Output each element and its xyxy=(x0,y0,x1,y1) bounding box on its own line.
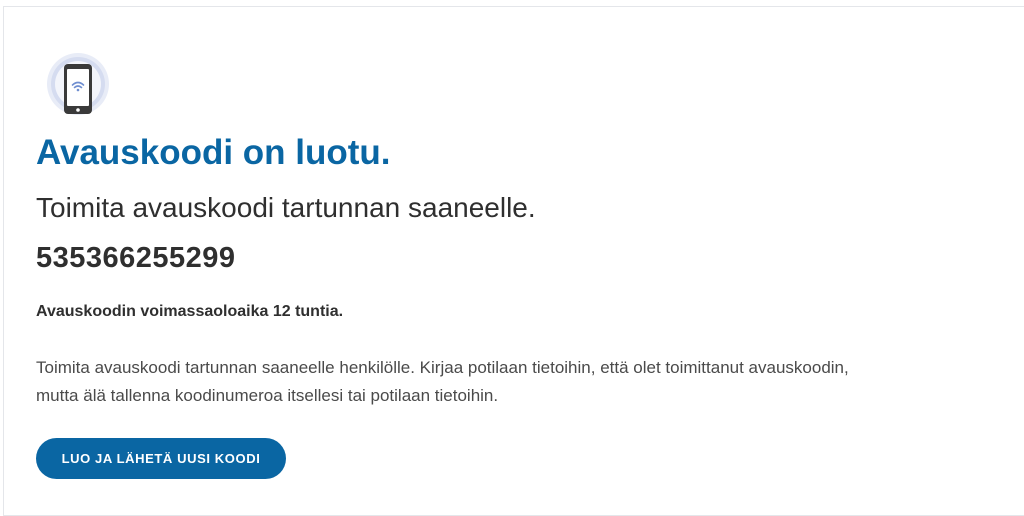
instructions-line-2: mutta älä tallenna koodinumeroa itselles… xyxy=(36,386,499,405)
phone-wifi-icon xyxy=(47,53,109,115)
page-subtitle: Toimita avauskoodi tartunnan saaneelle. xyxy=(36,192,536,223)
code-validity-text: Avauskoodin voimassaoloaika 12 tuntia. xyxy=(36,303,344,320)
content-card: Avauskoodi on luotu. Toimita avauskoodi … xyxy=(3,6,1024,516)
instructions-text: Toimita avauskoodi tartunnan saaneelle h… xyxy=(36,354,1021,410)
instructions-line-1: Toimita avauskoodi tartunnan saaneelle h… xyxy=(36,358,849,377)
opening-code: 535366255299 xyxy=(36,242,236,274)
page-title: Avauskoodi on luotu. xyxy=(36,133,391,172)
create-and-send-new-code-button[interactable]: LUO JA LÄHETÄ UUSI KOODI xyxy=(36,438,286,479)
